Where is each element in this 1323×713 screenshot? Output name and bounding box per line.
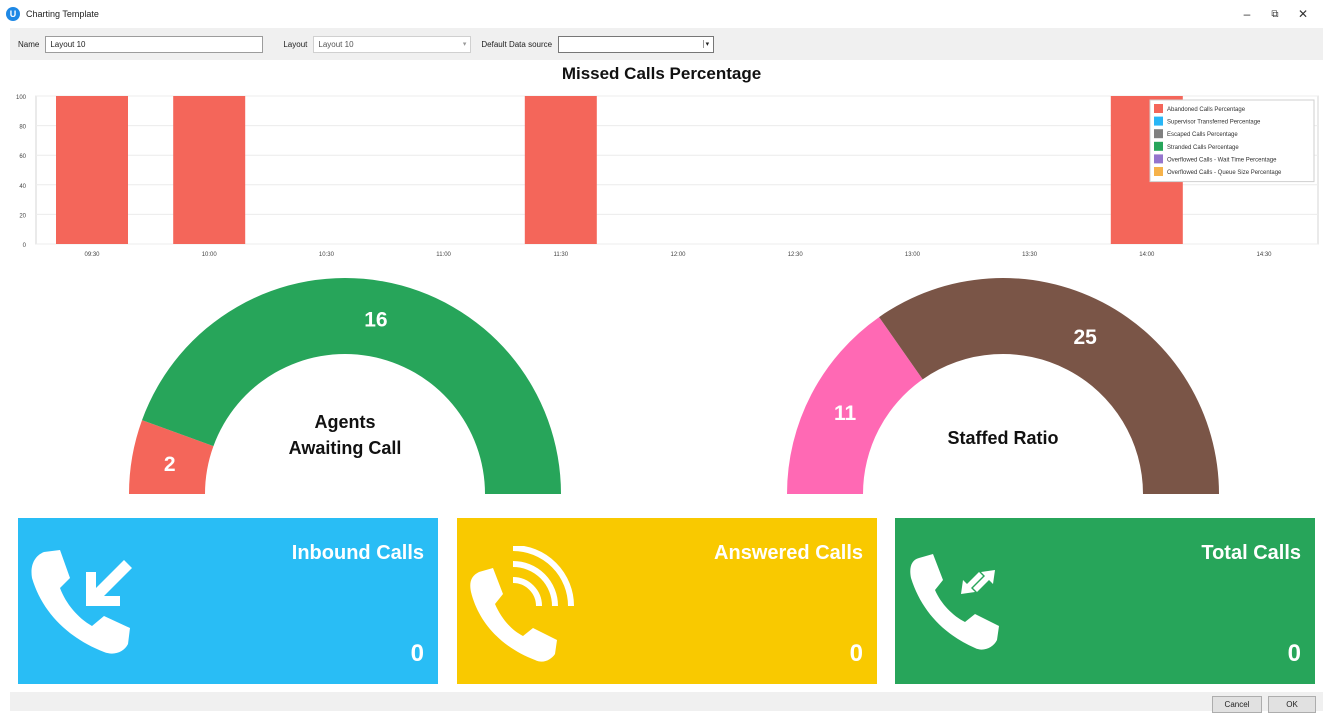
app-logo-icon: U [6, 7, 20, 21]
phone-ringing-icon [470, 546, 574, 662]
x-tick-label: 11:00 [436, 252, 451, 258]
x-tick-label: 13:00 [905, 252, 921, 258]
tile-value: 0 [849, 640, 863, 667]
y-tick-label: 0 [23, 243, 27, 249]
tile-value: 0 [410, 640, 424, 667]
dialog-footer: Cancel OK [10, 692, 1323, 713]
x-tick-label: 12:00 [670, 252, 686, 258]
x-tick-label: 12:30 [788, 252, 804, 258]
x-tick-label: 14:00 [1139, 252, 1155, 258]
title-bar: U Charting Template – ⧉ ✕ [0, 0, 1323, 28]
x-tick-label: 10:30 [319, 252, 335, 258]
legend-label: Overflowed Calls - Wait Time Percentage [1167, 157, 1277, 163]
datasource-label: Default Data source [481, 39, 553, 49]
layout-select-value: Layout 10 [318, 39, 354, 49]
x-tick-label: 13:30 [1022, 252, 1038, 258]
bar[interactable] [173, 96, 246, 244]
legend-label: Escaped Calls Percentage [1167, 132, 1238, 138]
tile-value: 0 [1287, 640, 1301, 667]
legend-swatch [1154, 129, 1163, 139]
y-tick-label: 100 [16, 95, 27, 101]
x-tick-label: 11:30 [554, 252, 569, 258]
bar[interactable] [56, 96, 128, 244]
gauge-title: Awaiting Call [289, 438, 402, 458]
toolbar: Name Layout Layout 10 ▾ Default Data sou… [10, 28, 1323, 60]
gauge-segment-label: 25 [1074, 326, 1098, 349]
x-tick-label: 14:30 [1256, 252, 1272, 258]
tile-title: Total Calls [1201, 542, 1301, 564]
restore-icon[interactable]: ⧉ [1261, 4, 1289, 24]
gauge-segment-label: 11 [834, 402, 857, 425]
y-tick-label: 20 [19, 213, 26, 219]
y-tick-label: 60 [19, 154, 26, 160]
total-calls-tile[interactable]: Total Calls 0 [895, 518, 1315, 684]
answered-calls-tile[interactable]: Answered Calls 0 [457, 518, 877, 684]
layout-label: Layout [283, 39, 308, 49]
legend-swatch [1154, 104, 1163, 113]
tile-title: Answered Calls [714, 542, 863, 564]
tile-title: Inbound Calls [291, 542, 424, 564]
gauge-segment-label: 16 [364, 309, 387, 332]
gauge-title: Agents [314, 412, 375, 432]
legend-label: Abandoned Calls Percentage [1167, 107, 1246, 113]
x-tick-label: 10:00 [202, 252, 218, 258]
legend-label: Overflowed Calls - Queue Size Percentage [1167, 170, 1282, 176]
gauge-segment-label: 2 [164, 453, 176, 476]
window-title: Charting Template [26, 9, 99, 19]
window-controls: – ⧉ ✕ [1233, 4, 1317, 24]
legend-swatch [1154, 116, 1163, 126]
y-tick-label: 80 [19, 125, 26, 131]
x-tick-label: 09:30 [84, 252, 100, 258]
chevron-down-icon: ▾ [702, 40, 709, 48]
staffed-ratio-gauge: 11 25 Staffed Ratio [787, 278, 1219, 494]
layout-select[interactable]: Layout 10 ▾ [313, 35, 472, 53]
phone-transfer-icon [910, 554, 999, 650]
inbound-calls-tile[interactable]: Inbound Calls 0 [18, 518, 438, 684]
missed-calls-chart: 0 20 40 60 80 100 09:30 10:00 10:30 11:00 11:30 12:… [16, 95, 1319, 258]
chevron-down-icon: ▾ [462, 41, 467, 48]
bar[interactable] [524, 96, 597, 244]
chart-title: Missed Calls Percentage [561, 64, 762, 83]
legend-swatch [1154, 154, 1163, 164]
name-input[interactable] [45, 35, 264, 53]
close-icon[interactable]: ✕ [1289, 4, 1317, 24]
ok-button[interactable]: OK [1268, 696, 1316, 713]
gauge-segment[interactable] [879, 278, 1219, 494]
legend-label: Supervisor Transferred Percentage [1167, 120, 1261, 126]
name-label: Name [18, 39, 40, 49]
legend-label: Stranded Calls Percentage [1167, 145, 1239, 151]
agents-awaiting-gauge: 2 16 Agents Awaiting Call [129, 277, 561, 494]
legend-swatch [1154, 167, 1163, 176]
datasource-select[interactable]: ▾ [558, 35, 715, 53]
y-tick-label: 40 [19, 184, 26, 190]
gauge-title: Staffed Ratio [947, 428, 1058, 448]
phone-inbound-icon [31, 550, 132, 654]
legend-swatch [1154, 141, 1163, 151]
minimize-icon[interactable]: – [1233, 4, 1261, 24]
cancel-button[interactable]: Cancel [1212, 696, 1262, 713]
